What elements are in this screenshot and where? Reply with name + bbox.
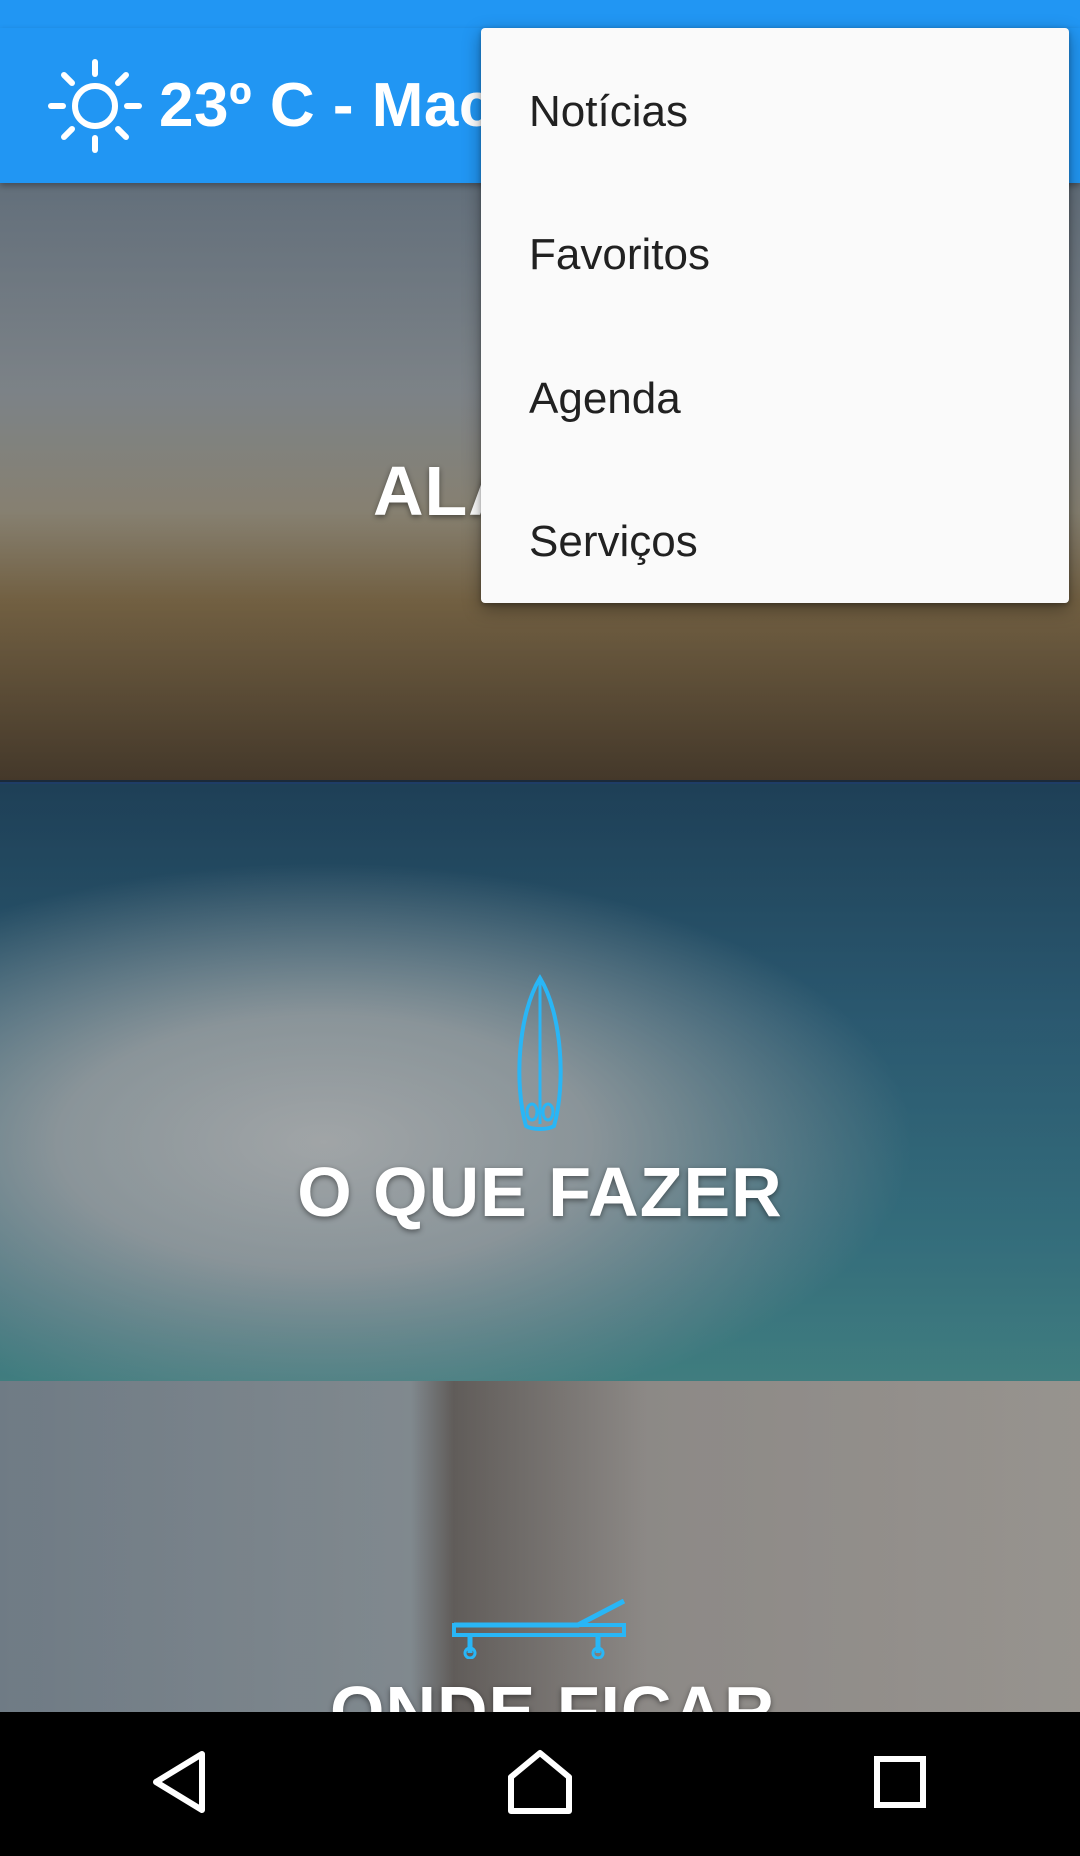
panel-o-que-fazer[interactable]: O QUE FAZER [0,782,1080,1383]
overflow-menu: Notícias Favoritos Agenda Serviços [481,28,1069,603]
weather-text: 23º C - Mace [159,71,529,140]
surfboard-icon [510,973,570,1134]
panel-title-onde-ficar: ONDE FICAR [330,1672,776,1712]
menu-item-noticias[interactable]: Notícias [481,40,1069,184]
sun-icon [45,56,145,156]
status-bar [0,0,1080,28]
menu-item-agenda[interactable]: Agenda [481,327,1069,471]
back-triangle-icon [150,1750,210,1819]
recents-button[interactable] [840,1734,960,1834]
navigation-bar [0,1712,1080,1856]
screen: 23º C - Mace ALA O QUE FAZER ONDE FICAR … [0,0,1080,1856]
panel-onde-ficar[interactable]: ONDE FICAR [0,1381,1080,1712]
recents-square-icon [873,1755,927,1814]
menu-item-servicos[interactable]: Serviços [481,471,1069,615]
home-button[interactable] [480,1734,600,1834]
back-button[interactable] [120,1734,240,1834]
home-icon [507,1749,573,1820]
menu-item-favoritos[interactable]: Favoritos [481,184,1069,328]
panel-title-o-que-fazer: O QUE FAZER [297,1152,783,1231]
sunbed-icon [448,1598,632,1660]
